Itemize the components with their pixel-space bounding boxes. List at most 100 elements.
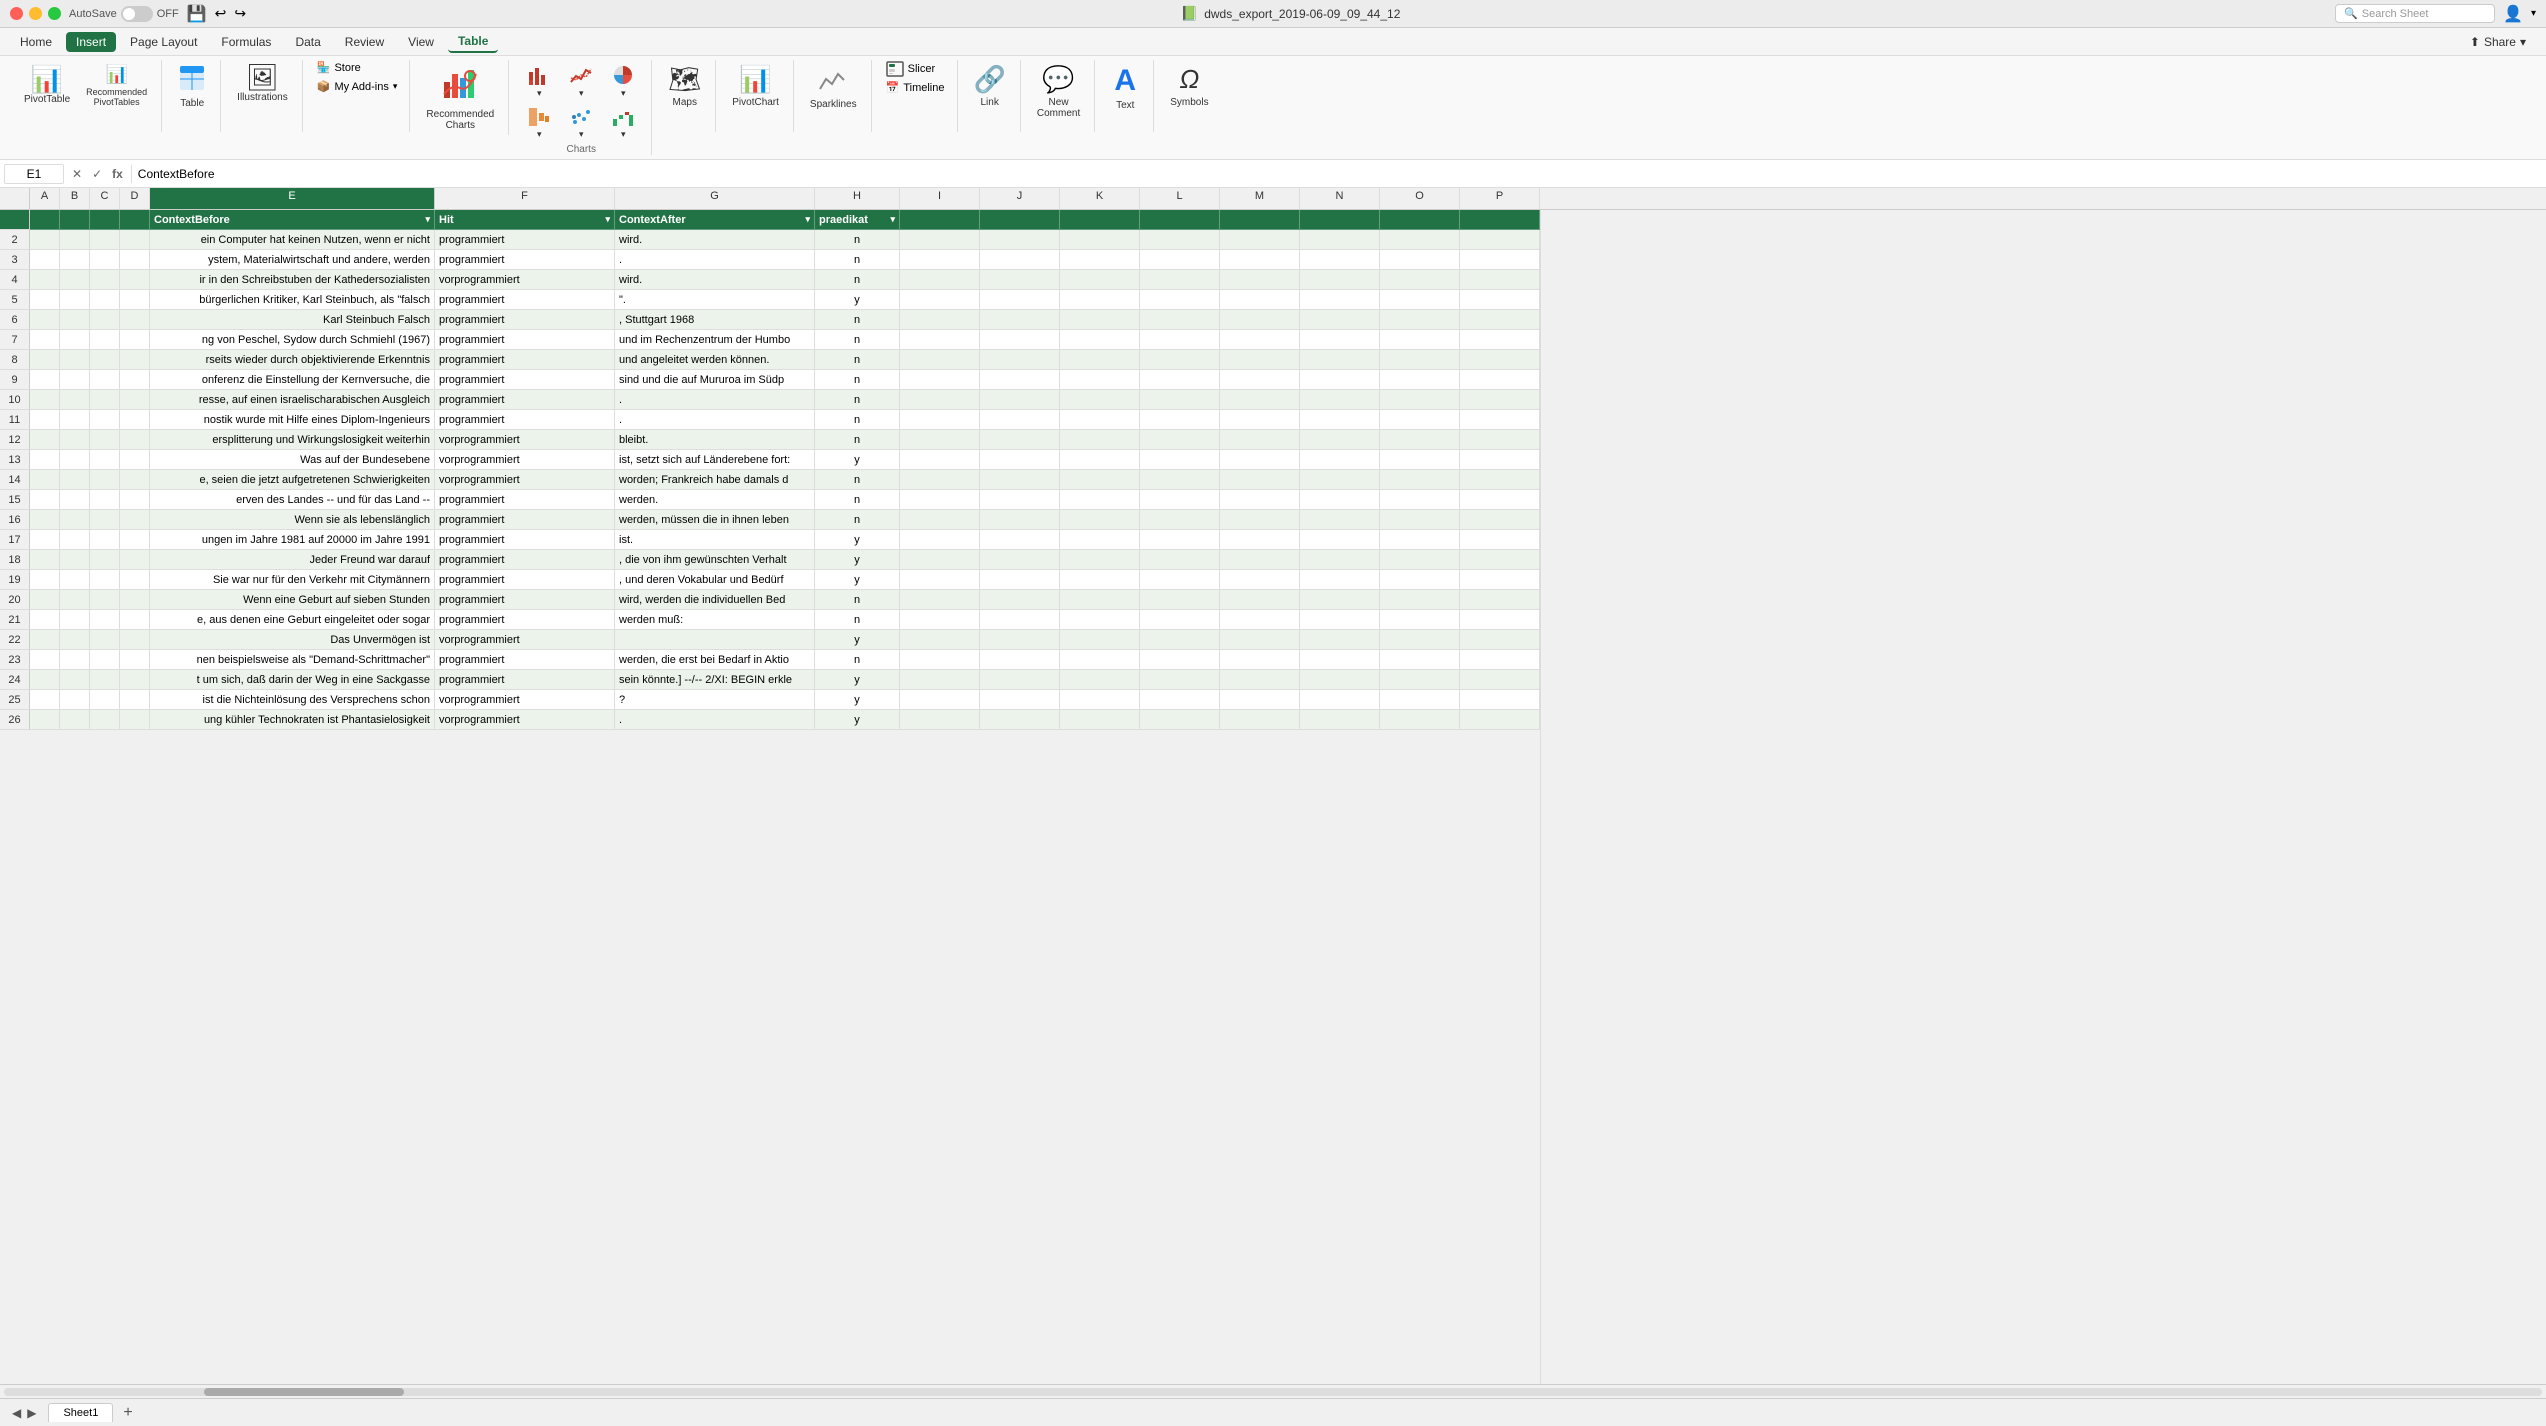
cell-8-P[interactable]	[1460, 350, 1540, 370]
cell-9-F[interactable]: programmiert	[435, 370, 615, 390]
cell-4-P[interactable]	[1460, 270, 1540, 290]
col-header-P[interactable]: P	[1460, 188, 1540, 209]
cell-15-J[interactable]	[980, 490, 1060, 510]
cell-17-H[interactable]: y	[815, 530, 900, 550]
pie-chart-button[interactable]: ▾	[603, 60, 643, 103]
cell-18-I[interactable]	[900, 550, 980, 570]
cell-5-C[interactable]	[90, 290, 120, 310]
cell-20-C[interactable]	[90, 590, 120, 610]
cell-10-B[interactable]	[60, 390, 90, 410]
cell-5-B[interactable]	[60, 290, 90, 310]
cell-26-J[interactable]	[980, 710, 1060, 730]
cell-13-P[interactable]	[1460, 450, 1540, 470]
cell-10-L[interactable]	[1140, 390, 1220, 410]
cell-15-A[interactable]	[30, 490, 60, 510]
pivot-table-button[interactable]: 📊 PivotTable	[18, 62, 76, 109]
cell-12-F[interactable]: vorprogrammiert	[435, 430, 615, 450]
cell-15-B[interactable]	[60, 490, 90, 510]
col-header-A[interactable]: A	[30, 188, 60, 209]
cell-4-A[interactable]	[30, 270, 60, 290]
cell-12-N[interactable]	[1300, 430, 1380, 450]
cell-21-P[interactable]	[1460, 610, 1540, 630]
grid-row-18[interactable]: Jeder Freund war daraufprogrammiert, die…	[30, 550, 1540, 570]
cell-8-A[interactable]	[30, 350, 60, 370]
cell-17-C[interactable]	[90, 530, 120, 550]
cell-7-M[interactable]	[1220, 330, 1300, 350]
cell-3-J[interactable]	[980, 250, 1060, 270]
cell-18-K[interactable]	[1060, 550, 1140, 570]
col-header-J[interactable]: J	[980, 188, 1060, 209]
user-icon[interactable]: 👤	[2503, 4, 2523, 24]
cell-13-M[interactable]	[1220, 450, 1300, 470]
grid-row-22[interactable]: Das Unvermögen istvorprogrammierty	[30, 630, 1540, 650]
store-button[interactable]: 🏪 Store	[313, 60, 365, 75]
cell-17-L[interactable]	[1140, 530, 1220, 550]
cell-14-O[interactable]	[1380, 470, 1460, 490]
cell-22-L[interactable]	[1140, 630, 1220, 650]
cell-20-D[interactable]	[120, 590, 150, 610]
cell-11-I[interactable]	[900, 410, 980, 430]
cell-12-P[interactable]	[1460, 430, 1540, 450]
cell-15-G[interactable]: werden.	[615, 490, 815, 510]
cell-4-H[interactable]: n	[815, 270, 900, 290]
menu-home[interactable]: Home	[10, 32, 62, 52]
insert-function-button[interactable]: fx	[108, 165, 127, 183]
cell-16-M[interactable]	[1220, 510, 1300, 530]
cell-14-H[interactable]: n	[815, 470, 900, 490]
cell-22-B[interactable]	[60, 630, 90, 650]
cell-10-M[interactable]	[1220, 390, 1300, 410]
cell-20-G[interactable]: wird, werden die individuellen Bed	[615, 590, 815, 610]
cell-25-J[interactable]	[980, 690, 1060, 710]
col-header-M[interactable]: M	[1220, 188, 1300, 209]
cell-2-H[interactable]: n	[815, 230, 900, 250]
cell-2-O[interactable]	[1380, 230, 1460, 250]
cell-4-M[interactable]	[1220, 270, 1300, 290]
cell-9-I[interactable]	[900, 370, 980, 390]
symbols-button[interactable]: Ω Symbols	[1164, 60, 1214, 112]
cell-5-H[interactable]: y	[815, 290, 900, 310]
cell-10-P[interactable]	[1460, 390, 1540, 410]
grid-row-19[interactable]: Sie war nur für den Verkehr mit Citymänn…	[30, 570, 1540, 590]
grid-row-23[interactable]: nen beispielsweise als "Demand-Schrittma…	[30, 650, 1540, 670]
cell-5-K[interactable]	[1060, 290, 1140, 310]
cell-9-K[interactable]	[1060, 370, 1140, 390]
cell-24-D[interactable]	[120, 670, 150, 690]
cell-2-M[interactable]	[1220, 230, 1300, 250]
cell-9-N[interactable]	[1300, 370, 1380, 390]
grid-row-20[interactable]: Wenn eine Geburt auf sieben Stundenprogr…	[30, 590, 1540, 610]
cell-24-I[interactable]	[900, 670, 980, 690]
cell-11-P[interactable]	[1460, 410, 1540, 430]
search-box[interactable]: 🔍 Search Sheet	[2335, 4, 2495, 23]
scrollbar-track[interactable]	[4, 1388, 2542, 1396]
cell-9-H[interactable]: n	[815, 370, 900, 390]
cell-8-L[interactable]	[1140, 350, 1220, 370]
cell-10-N[interactable]	[1300, 390, 1380, 410]
cell-5-P[interactable]	[1460, 290, 1540, 310]
cell-7-F[interactable]: programmiert	[435, 330, 615, 350]
cell-6-D[interactable]	[120, 310, 150, 330]
chevron-down-icon[interactable]: ▾	[2531, 8, 2536, 19]
cell-22-E[interactable]: Das Unvermögen ist	[150, 630, 435, 650]
toolbar-undo-icon[interactable]: ↩	[215, 5, 227, 22]
cell-26-A[interactable]	[30, 710, 60, 730]
grid-row-25[interactable]: ist die Nichteinlösung des Versprechens …	[30, 690, 1540, 710]
cell-6-B[interactable]	[60, 310, 90, 330]
cell-12-G[interactable]: bleibt.	[615, 430, 815, 450]
cell-26-P[interactable]	[1460, 710, 1540, 730]
cell-10-J[interactable]	[980, 390, 1060, 410]
cell-4-E[interactable]: ir in den Schreibstuben der Kathedersozi…	[150, 270, 435, 290]
cell-12-B[interactable]	[60, 430, 90, 450]
cell-23-C[interactable]	[90, 650, 120, 670]
cell-17-P[interactable]	[1460, 530, 1540, 550]
minimize-button[interactable]	[29, 7, 42, 20]
cell-25-L[interactable]	[1140, 690, 1220, 710]
cell-22-D[interactable]	[120, 630, 150, 650]
cell-13-H[interactable]: y	[815, 450, 900, 470]
cell-11-H[interactable]: n	[815, 410, 900, 430]
col-header-L[interactable]: L	[1140, 188, 1220, 209]
cell-9-O[interactable]	[1380, 370, 1460, 390]
cell-12-I[interactable]	[900, 430, 980, 450]
cell-2-L[interactable]	[1140, 230, 1220, 250]
cell-8-O[interactable]	[1380, 350, 1460, 370]
cell-8-D[interactable]	[120, 350, 150, 370]
